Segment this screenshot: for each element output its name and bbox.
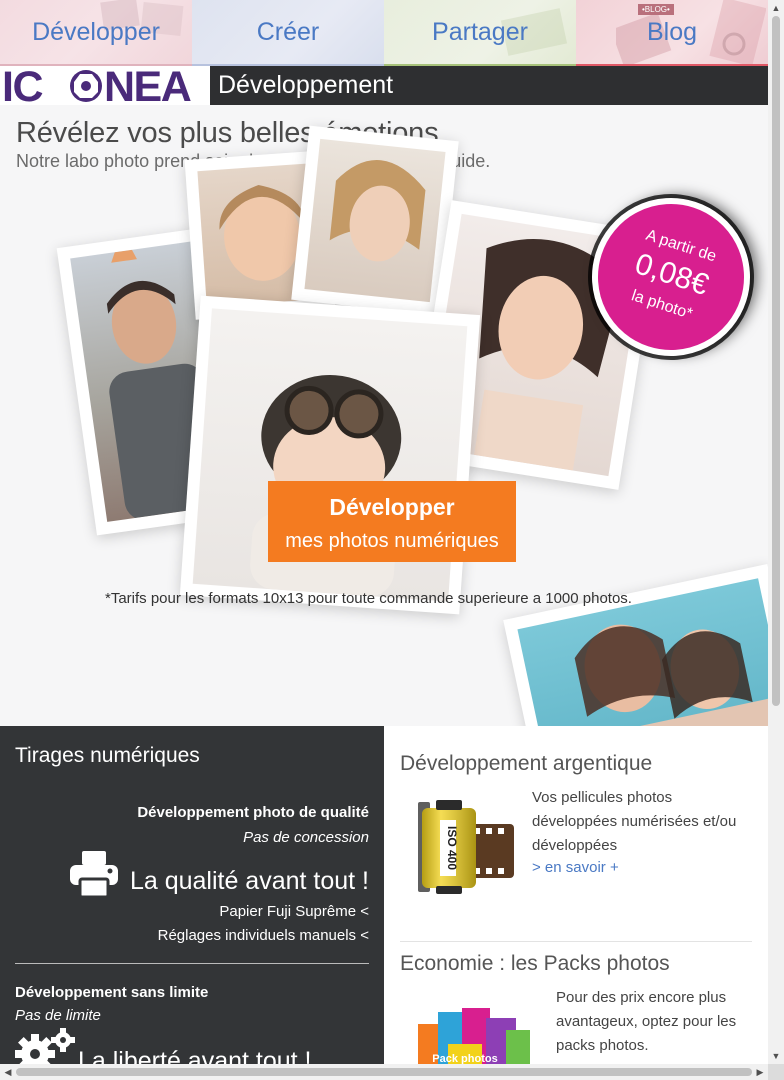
horizontal-scroll-thumb[interactable] [16, 1068, 752, 1076]
tab-developper-label: Développer [32, 17, 160, 46]
tab-creer-label: Créer [256, 17, 320, 46]
tab-blog-label: Blog [646, 17, 698, 46]
feature-manual-settings-link[interactable]: Réglages individuels manuels < [158, 927, 369, 944]
tab-partager[interactable]: Partager [384, 0, 576, 66]
brand-bar: IC NEA Développement [0, 63, 768, 111]
vertical-scroll-thumb[interactable] [772, 16, 780, 706]
argentique-title: Développement argentique [400, 752, 653, 775]
learn-more-link[interactable]: > en savoir + [532, 859, 619, 876]
svg-text:IC: IC [2, 66, 42, 105]
gears-icon [15, 1028, 75, 1066]
vertical-scrollbar[interactable]: ▲ ▼ [768, 0, 784, 1064]
tab-developper[interactable]: Développer [0, 0, 192, 66]
packs-description: Pour des prix encore plus avantageux, op… [556, 989, 737, 1054]
horizontal-scrollbar[interactable]: ◀ ▶ [0, 1064, 768, 1080]
divider [400, 941, 752, 942]
unlimited-slogan-row: La liberté avant tout ! [15, 1028, 369, 1066]
quality-heading: Développement photo de qualité [137, 804, 369, 821]
quality-slogan-row: La qualité avant tout ! [70, 847, 369, 899]
svg-text:NEA: NEA [104, 66, 191, 105]
film-iso-label: ISO 400 [445, 826, 459, 870]
scroll-up-arrow-icon[interactable]: ▲ [768, 0, 784, 16]
section-title: Développement [218, 71, 394, 99]
photo-baby-aviator [179, 295, 481, 615]
hero-banner: Révélez vos plus belles émotions Notre l… [0, 105, 768, 726]
photo-packs-icon: Pack photos [418, 1008, 530, 1066]
scroll-right-arrow-icon[interactable]: ▶ [752, 1064, 768, 1080]
develop-photos-button[interactable]: Développer mes photos numériques [268, 481, 516, 562]
scroll-down-arrow-icon[interactable]: ▼ [768, 1048, 784, 1064]
logo-graphic: IC NEA [2, 63, 192, 111]
quality-slogan: La qualité avant tout ! [129, 867, 369, 895]
services-panel: Développement argentique ISO 400 Vos pel… [384, 726, 768, 1066]
photo-friends-selfie [503, 564, 768, 726]
cta-line1: Développer [329, 494, 455, 520]
printer-icon [70, 851, 118, 897]
feature-fuji-paper-link[interactable]: Papier Fuji Suprême < [219, 903, 369, 920]
packs-title: Economie : les Packs photos [400, 952, 670, 975]
digital-prints-panel: Tirages numériques Développement photo d… [0, 726, 384, 1066]
divider [15, 963, 369, 964]
film-roll-icon: ISO 400 [418, 800, 514, 894]
photo-woman-portrait [291, 125, 459, 316]
scroll-left-arrow-icon[interactable]: ◀ [0, 1064, 16, 1080]
panel-title: Tirages numériques [15, 744, 200, 767]
woman-portrait-illustration [329, 160, 426, 262]
scrollbar-corner [768, 1064, 784, 1080]
blog-decoration-tag: •BLOG• [638, 4, 674, 15]
pricing-footnote: *Tarifs pour les formats 10x13 pour tout… [105, 590, 632, 607]
tab-partager-label: Partager [432, 17, 528, 46]
argentique-description: Vos pellicules photos développées numéri… [532, 789, 737, 854]
unlimited-tagline: Pas de limite [15, 1007, 101, 1024]
unlimited-heading: Développement sans limite [15, 984, 209, 1001]
tab-creer[interactable]: Créer [192, 0, 384, 66]
cta-line2: mes photos numériques [285, 530, 499, 552]
iconea-logo[interactable]: IC NEA [0, 63, 210, 111]
quality-tagline: Pas de concession [243, 829, 369, 846]
